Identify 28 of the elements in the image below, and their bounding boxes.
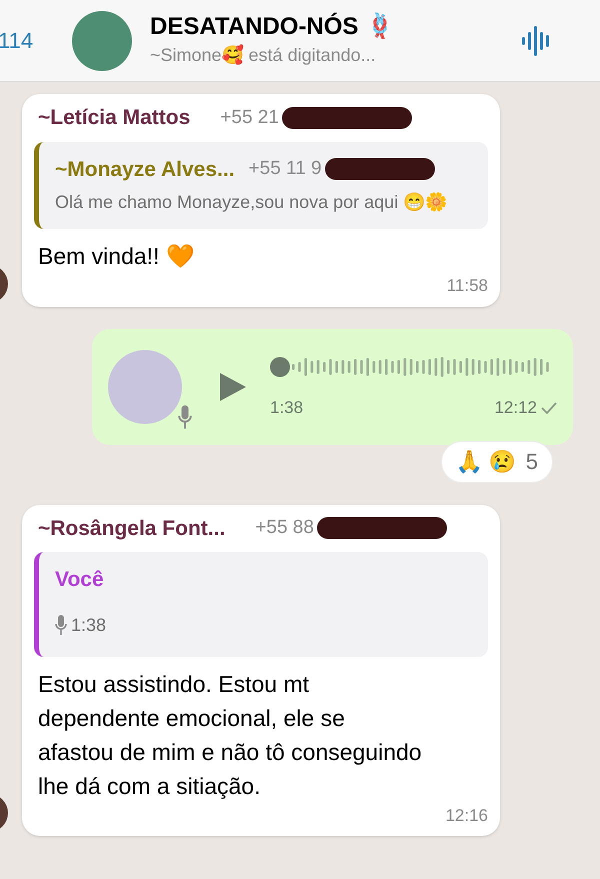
reaction-emojis: 🙏 😢 bbox=[456, 448, 516, 476]
phone-number: +55 88 bbox=[255, 516, 314, 540]
unread-count[interactable]: 114 bbox=[0, 24, 58, 57]
sender-name: ~Letícia Mattos bbox=[38, 105, 190, 131]
message-text: Estou assistindo. Estou mt dependente emocional, ele se afastou de mim e não tô conseguindo lhe dá com a sitiação. bbox=[38, 670, 423, 801]
play-icon[interactable] bbox=[220, 372, 246, 400]
phone-number: +55 11 9 bbox=[248, 157, 322, 181]
quoted-message[interactable]: ~Monayze Alves... +55 11 9 Olá me chamo Monayze,sou nova por aqui 😁🌼 bbox=[34, 142, 488, 229]
reaction-count: 5 bbox=[526, 448, 538, 476]
message-text: Bem vinda!! 🧡 bbox=[38, 242, 196, 271]
message-time: 11:58 bbox=[446, 275, 488, 297]
group-title[interactable]: DESATANDO-NÓS 🪢 bbox=[150, 12, 520, 42]
message-time: 12:16 bbox=[445, 804, 488, 826]
reaction-pill[interactable]: 🙏 😢 5 bbox=[440, 440, 553, 482]
quoted-sender: Você bbox=[55, 567, 104, 593]
waveform-drawing[interactable] bbox=[270, 356, 552, 377]
microphone-icon bbox=[55, 615, 67, 635]
audio-wave-icon[interactable] bbox=[520, 24, 552, 58]
quoted-sender: ~Monayze Alves... bbox=[55, 156, 235, 182]
quoted-text: Olá me chamo Monayze,sou nova por aqui 😁🌼 bbox=[55, 191, 448, 214]
voice-duration: 1:38 bbox=[270, 396, 304, 419]
sender-name: ~Rosângela Font... bbox=[38, 516, 226, 542]
message-time: 12:12 bbox=[494, 396, 537, 419]
quoted-message[interactable]: Você 1:38 bbox=[34, 552, 488, 656]
voice-duration: 1:38 bbox=[71, 614, 106, 636]
typing-status: ~Simone🥰 está digitando... bbox=[150, 43, 377, 67]
microphone-icon bbox=[178, 404, 192, 430]
phone-number: +55 21 bbox=[220, 106, 279, 130]
